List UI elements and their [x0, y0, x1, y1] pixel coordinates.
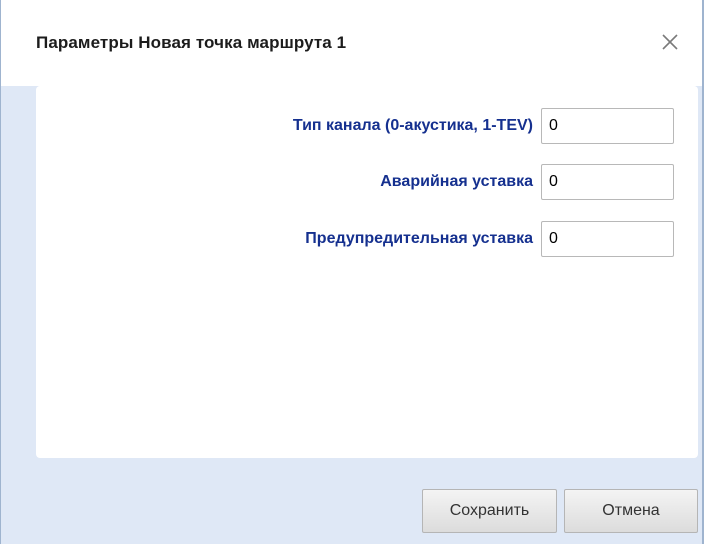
parameters-dialog: Параметры Новая точка маршрута 1 Тип кан…	[0, 0, 704, 544]
close-icon[interactable]	[658, 30, 682, 54]
alarm-setpoint-row: Аварийная уставка	[380, 164, 674, 200]
dialog-title: Параметры Новая точка маршрута 1	[36, 33, 347, 52]
save-button[interactable]: Сохранить	[422, 489, 557, 533]
warning-setpoint-label: Предупредительная уставка	[305, 230, 533, 247]
form-panel: Тип канала (0-акустика, 1-TEV) Аварийная…	[36, 86, 698, 458]
channel-type-row: Тип канала (0-акустика, 1-TEV)	[293, 108, 674, 144]
cancel-button[interactable]: Отмена	[564, 489, 698, 533]
channel-type-input[interactable]	[541, 108, 674, 144]
warning-setpoint-row: Предупредительная уставка	[305, 221, 674, 257]
channel-type-label: Тип канала (0-акустика, 1-TEV)	[292, 117, 533, 134]
dialog-titlebar[interactable]: Параметры Новая точка маршрута 1	[1, 0, 702, 86]
alarm-setpoint-input[interactable]	[541, 164, 674, 200]
warning-setpoint-input[interactable]	[541, 221, 674, 257]
alarm-setpoint-label: Аварийная уставка	[380, 173, 533, 190]
